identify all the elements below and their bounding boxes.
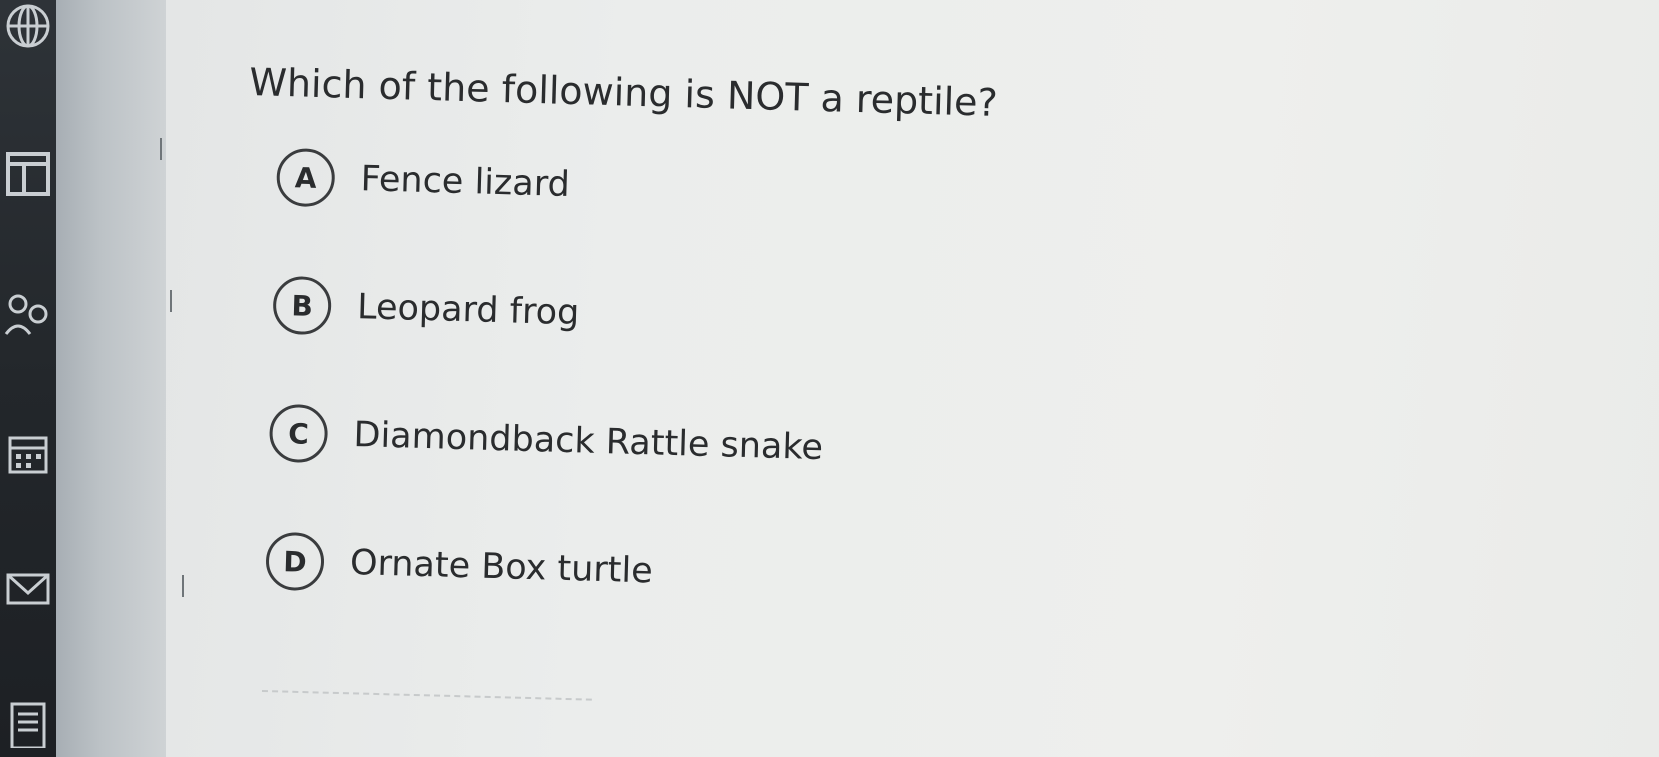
option-a[interactable]: A Fence lizard <box>275 147 1347 237</box>
side-gutter <box>56 0 166 757</box>
option-d-text[interactable]: Ornate Box turtle <box>349 543 653 591</box>
option-b-text[interactable]: Leopard frog <box>357 287 580 333</box>
option-a-text[interactable]: Fence lizard <box>360 159 570 205</box>
question-block: Which of the following is NOT a reptile?… <box>233 60 1349 688</box>
app-sidebar <box>0 0 56 757</box>
gutter-marker <box>160 138 162 160</box>
layout-icon[interactable] <box>4 150 52 198</box>
gutter-marker <box>182 575 184 597</box>
globe-icon[interactable] <box>4 2 52 50</box>
option-b-letter[interactable]: B <box>272 275 332 336</box>
people-icon[interactable] <box>4 290 52 338</box>
option-c-text[interactable]: Diamondback Rattle snake <box>353 415 824 468</box>
option-c[interactable]: C Diamondback Rattle snake <box>268 403 1340 493</box>
option-d[interactable]: D Ornate Box turtle <box>265 531 1336 621</box>
mail-icon[interactable] <box>4 565 52 613</box>
option-d-letter[interactable]: D <box>265 531 325 592</box>
option-a-letter[interactable]: A <box>275 147 336 208</box>
document-icon[interactable] <box>4 700 52 750</box>
gutter-marker <box>170 290 172 312</box>
option-b[interactable]: B Leopard frog <box>272 275 1343 365</box>
option-c-letter[interactable]: C <box>268 403 329 464</box>
calendar-icon[interactable] <box>4 430 52 478</box>
